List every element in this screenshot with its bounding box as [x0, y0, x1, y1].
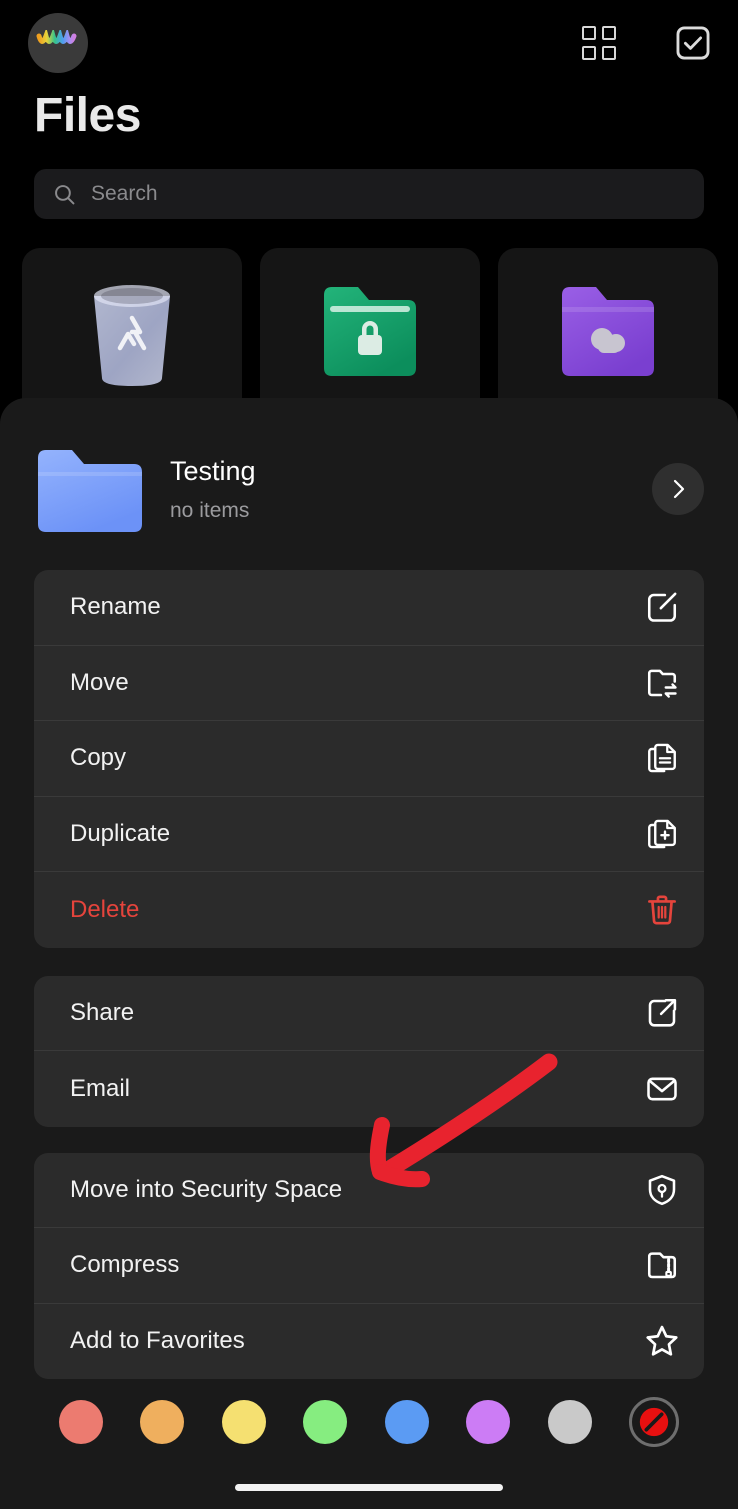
folder-zip-icon	[642, 1245, 682, 1285]
sheet-item-subtitle: no items	[170, 498, 250, 522]
menu-item-label: Duplicate	[70, 819, 171, 847]
menu-group-advanced: Move into Security Space Compress Add to…	[34, 1152, 704, 1380]
menu-item-label: Add to Favorites	[70, 1327, 245, 1355]
menu-item-label: Move into Security Space	[70, 1175, 343, 1203]
no-color-icon	[640, 1407, 669, 1437]
trash-bin-icon	[94, 285, 170, 386]
card-security-space[interactable]	[260, 248, 480, 418]
menu-item-rename[interactable]: Rename	[34, 570, 704, 646]
menu-item-delete[interactable]: Delete	[34, 872, 704, 948]
menu-item-share[interactable]: Share	[34, 976, 704, 1051]
menu-item-label: Move	[70, 668, 129, 696]
menu-item-add-to-favorites[interactable]: Add to Favorites	[34, 1304, 704, 1380]
sheet-item-title: Testing	[170, 455, 256, 486]
color-tag-gray[interactable]	[547, 1400, 592, 1444]
duplicate-icon	[642, 814, 682, 854]
menu-item-duplicate[interactable]: Duplicate	[34, 797, 704, 872]
blue-folder-icon	[38, 450, 142, 532]
page-title: Files	[34, 89, 141, 142]
menu-item-copy[interactable]: Copy	[34, 721, 704, 797]
color-tag-red[interactable]	[58, 1400, 103, 1444]
grid-view-button[interactable]	[582, 26, 616, 60]
color-tag-green[interactable]	[303, 1400, 348, 1444]
copy-icon	[642, 738, 682, 778]
menu-item-label: Email	[70, 1074, 131, 1102]
menu-item-compress[interactable]: Compress	[34, 1228, 704, 1304]
search-input[interactable]: Search	[34, 169, 704, 219]
share-icon	[642, 993, 682, 1033]
user-avatar[interactable]	[28, 13, 88, 73]
menu-item-label: Copy	[70, 744, 127, 772]
color-tag-row	[0, 1397, 738, 1447]
color-tag-orange[interactable]	[140, 1400, 185, 1444]
menu-item-label: Delete	[70, 895, 140, 923]
menu-group-file-operations: Rename Move Copy Duplicate Delete	[34, 570, 704, 948]
grid-icon	[582, 26, 616, 60]
home-indicator	[235, 1484, 503, 1491]
color-tag-yellow[interactable]	[221, 1400, 266, 1444]
chevron-right-icon	[673, 479, 685, 499]
color-tag-purple[interactable]	[466, 1400, 511, 1444]
avatar-logo-icon	[36, 30, 77, 44]
menu-item-move-into-security-space[interactable]: Move into Security Space	[34, 1153, 704, 1228]
color-tag-blue[interactable]	[384, 1400, 429, 1444]
mail-icon	[642, 1069, 682, 1109]
card-cloud-folder[interactable]	[498, 248, 718, 418]
folder-move-icon	[642, 663, 682, 703]
action-sheet: Testing no items Rename Move Copy Duplic…	[0, 398, 738, 1509]
star-icon	[642, 1321, 682, 1361]
card-recycle-bin[interactable]	[22, 248, 242, 418]
trash-icon	[642, 890, 682, 930]
locked-folder-icon	[324, 287, 416, 376]
menu-item-label: Share	[70, 998, 135, 1026]
select-mode-button[interactable]	[674, 24, 712, 62]
menu-item-label: Rename	[70, 593, 161, 621]
top-bar-actions	[582, 24, 712, 62]
cloud-folder-icon	[562, 287, 654, 376]
shield-lock-icon	[642, 1170, 682, 1210]
checkbox-check-icon	[676, 26, 710, 60]
edit-square-icon	[642, 587, 682, 627]
search-icon	[55, 184, 75, 204]
menu-item-label: Compress	[70, 1251, 180, 1279]
menu-group-sharing: Share Email	[34, 975, 704, 1127]
sheet-header[interactable]: Testing no items	[0, 398, 738, 532]
sheet-item-info: Testing no items	[170, 456, 624, 523]
color-tag-none[interactable]	[629, 1397, 680, 1447]
search-placeholder: Search	[91, 182, 158, 205]
files-app-screen: Files Search Testing no items Rename Mov…	[0, 0, 738, 1509]
menu-item-move[interactable]: Move	[34, 646, 704, 721]
open-folder-button[interactable]	[652, 463, 704, 515]
quick-access-cards	[22, 248, 718, 418]
menu-item-email[interactable]: Email	[34, 1051, 704, 1127]
top-bar	[0, 0, 738, 86]
